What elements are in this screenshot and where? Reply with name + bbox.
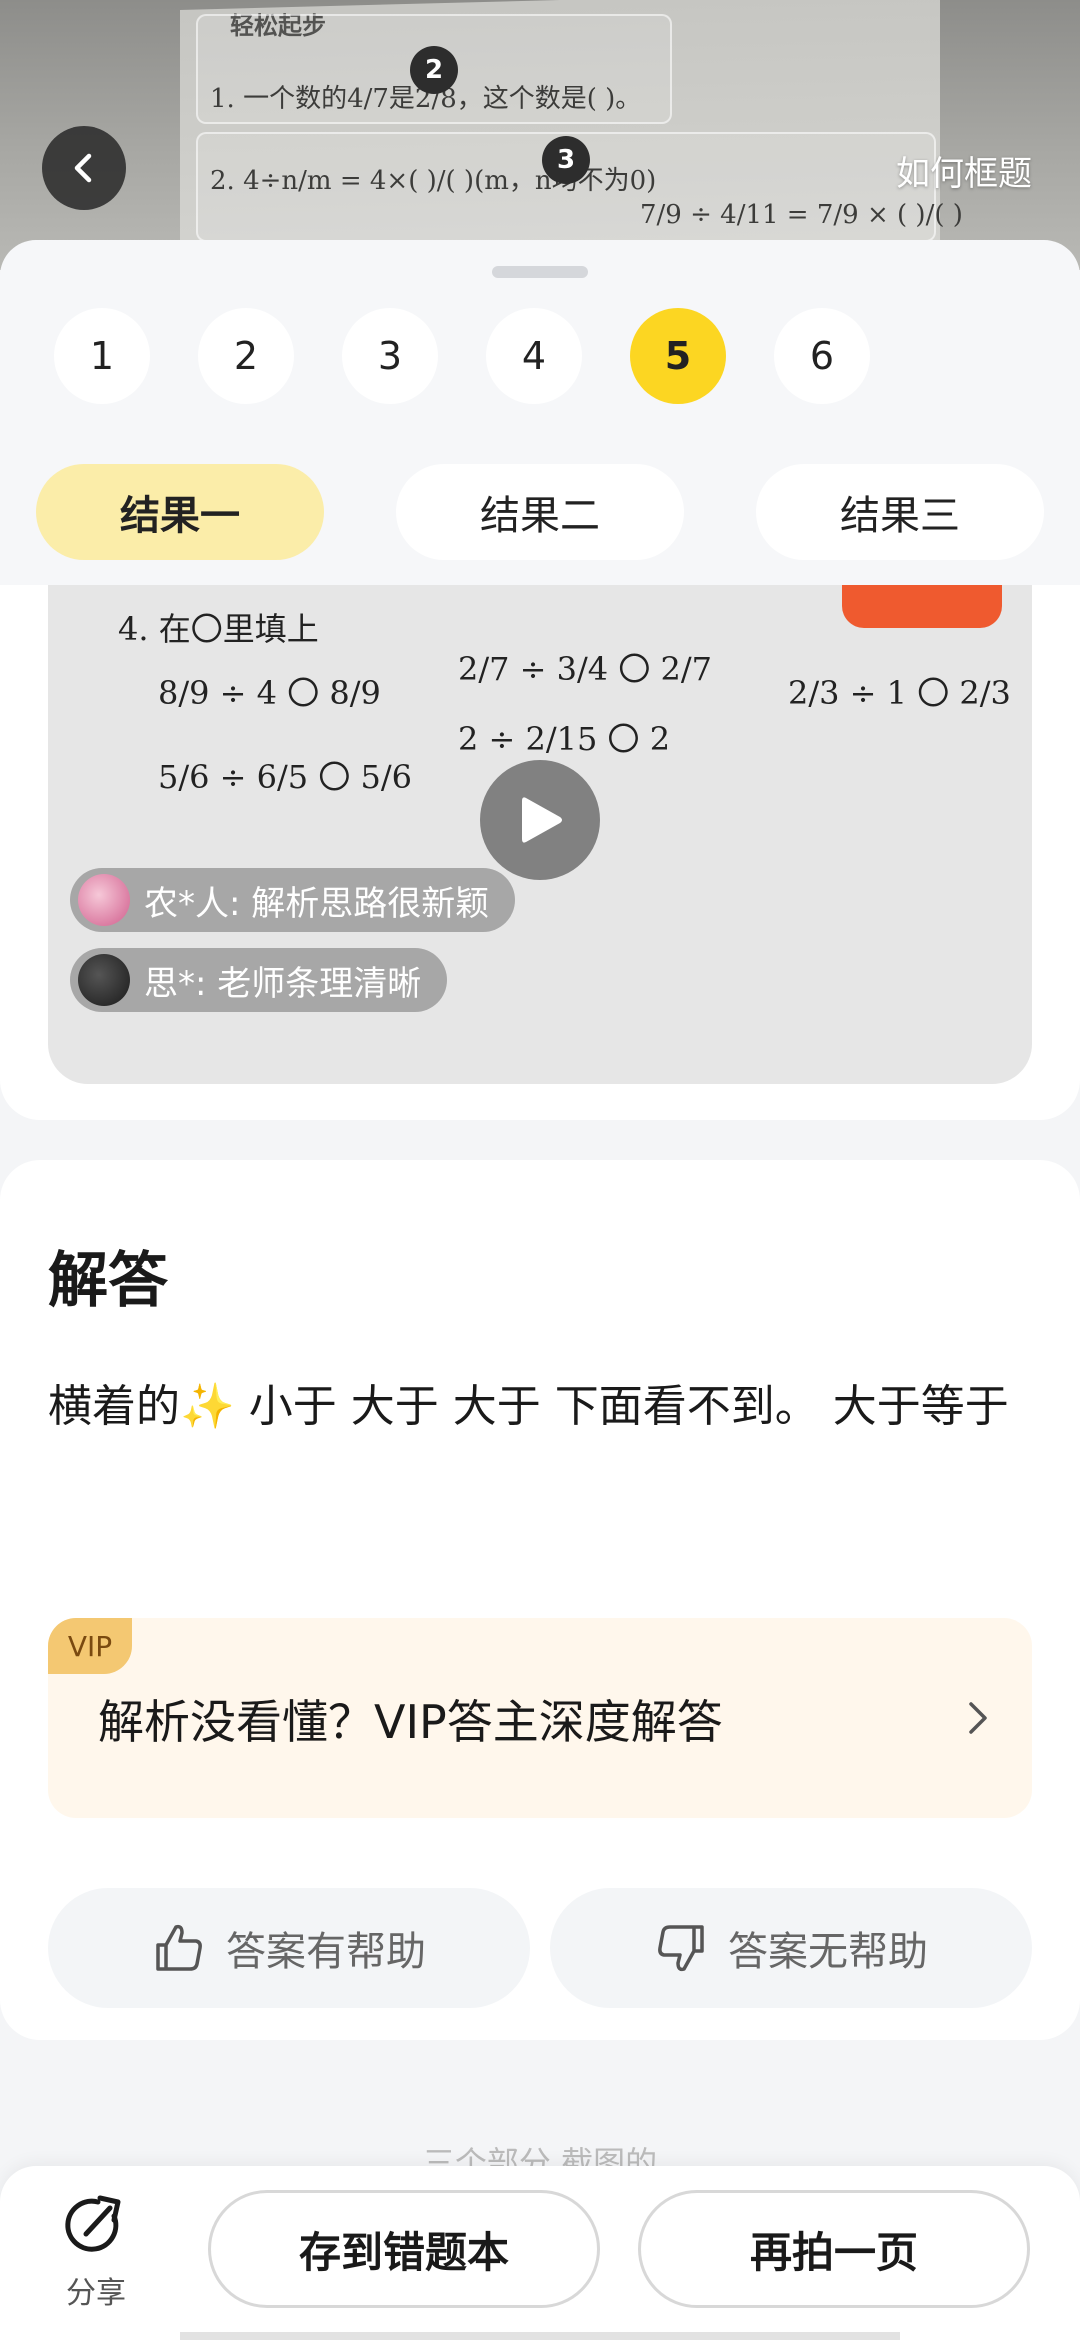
photo-line-3: 7/9 ÷ 4/11 = 7/9 × ( )/( ) [640,200,963,230]
answer-text: 横着的✨ 小于 大于 大于 下面看不到。 大于等于 [48,1370,1032,1444]
answer-text-after: 小于 大于 大于 下面看不到。 大于等于 [234,1381,1009,1432]
avatar [78,954,130,1006]
result-tab-3[interactable]: 结果三 [756,464,1044,560]
question-tab-3[interactable]: 3 [342,308,438,404]
question-marker-3[interactable]: 3 [542,136,590,184]
answer-title: 解答 [48,1246,168,1316]
bottom-action-bar: 分享 存到错题本 再拍一页 [0,2166,1080,2340]
home-indicator [180,2332,900,2340]
how-to-frame-link[interactable]: 如何框题 [896,146,1032,195]
question-tab-2[interactable]: 2 [198,308,294,404]
video-player[interactable]: 4. 在〇里填上 8/9 ÷ 4 〇 8/9 5/6 ÷ 6/5 〇 5/6 2… [48,584,1032,1084]
back-button[interactable] [42,126,126,210]
video-expression-3: 2/7 ÷ 3/4 〇 2/7 [458,650,713,688]
share-icon [65,2195,121,2252]
play-button[interactable] [480,760,600,880]
question-tab-4[interactable]: 4 [486,308,582,404]
helpful-label: 答案有帮助 [226,1929,426,1975]
helpful-button[interactable]: 答案有帮助 [48,1888,530,2008]
answer-card: 解答 横着的✨ 小于 大于 大于 下面看不到。 大于等于 VIP 解析没看懂？V… [0,1160,1080,2040]
avatar [78,874,130,926]
viewer-comment-1: 农*人: 解析思路很新颖 [70,868,516,932]
thumbs-down-icon [658,1925,704,1972]
vip-badge: VIP [48,1618,132,1674]
viewer-comment-2: 思*: 老师条理清晰 [70,948,448,1012]
answer-text-before: 横着的 [48,1381,180,1432]
share-label: 分享 [66,2276,126,2311]
question-marker-2[interactable]: 2 [410,46,458,94]
play-icon [522,797,562,843]
not-helpful-label: 答案无帮助 [728,1929,928,1975]
video-card: 4. 在〇里填上 8/9 ÷ 4 〇 8/9 5/6 ÷ 6/5 〇 5/6 2… [0,560,1080,1120]
question-tab-5[interactable]: 5 [630,308,726,404]
not-helpful-button[interactable]: 答案无帮助 [550,1888,1032,2008]
thumbs-up-icon [156,1924,202,1971]
comment-text: 农*人: 解析思路很新颖 [144,883,490,924]
save-to-mistake-book-button[interactable]: 存到错题本 [208,2190,600,2308]
result-tab-2[interactable]: 结果二 [396,464,684,560]
video-expression-1: 8/9 ÷ 4 〇 8/9 [158,674,381,712]
vip-deep-answer-banner[interactable]: VIP 解析没看懂？VIP答主深度解答 [48,1618,1032,1818]
chevron-left-icon [74,153,92,183]
result-tab-1[interactable]: 结果一 [36,464,324,560]
sparkle-icon: ✨ [180,1381,235,1432]
video-question-prefix: 4. 在〇里填上 [118,610,319,648]
question-tab-6[interactable]: 6 [774,308,870,404]
share-button[interactable]: 分享 [52,2194,140,2324]
result-selector-sheet: 1 2 3 4 5 6 结果一 结果二 结果三 [0,240,1080,585]
drag-handle[interactable] [492,266,588,278]
video-expression-2: 5/6 ÷ 6/5 〇 5/6 [158,758,413,796]
comment-text: 思*: 老师条理清晰 [144,963,422,1004]
retake-page-button[interactable]: 再拍一页 [638,2190,1030,2308]
question-tab-1[interactable]: 1 [54,308,150,404]
captured-photo: 轻松起步 1. 一个数的4/7是2/8，这个数是( )。 2. 4÷n/m = … [0,0,1080,270]
vip-banner-text: 解析没看懂？VIP答主深度解答 [98,1695,723,1749]
video-expression-5: 2/3 ÷ 1 〇 2/3 [788,674,1011,712]
chevron-right-icon [969,1702,987,1734]
video-expression-4: 2 ÷ 2/15 〇 2 [458,720,671,758]
analysis-tag [842,584,1002,628]
